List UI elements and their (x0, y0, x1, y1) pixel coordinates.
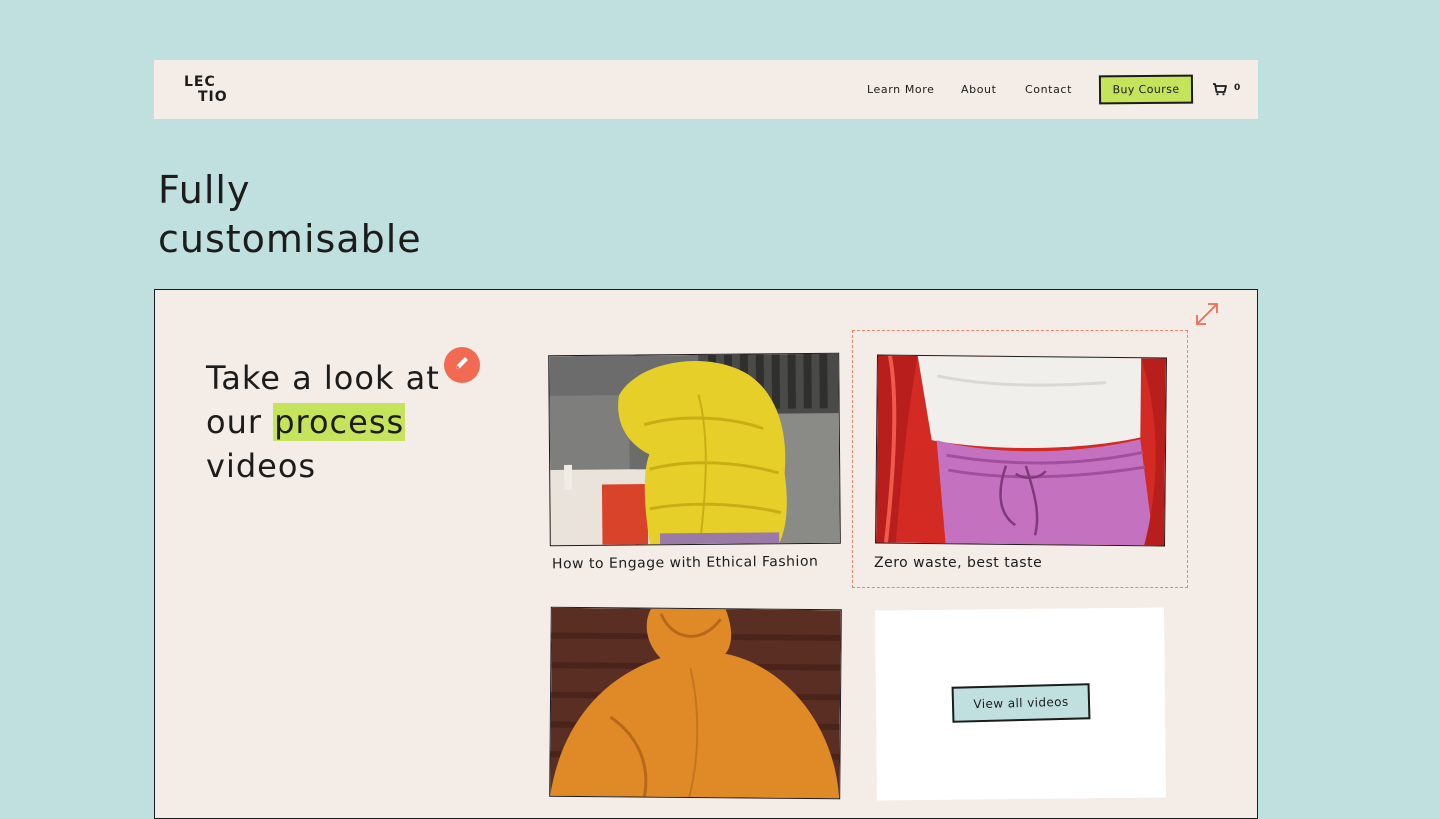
video-title[interactable]: Zero waste, best taste (874, 555, 1042, 571)
expand-icon[interactable] (1194, 301, 1220, 327)
cart-icon (1212, 81, 1228, 100)
video-thumbnail[interactable] (548, 352, 841, 547)
view-all-videos-button[interactable]: View all videos (951, 683, 1091, 723)
site-header: LEC TIO Learn More About Contact Buy Cou… (154, 60, 1258, 119)
hero-heading-line-2: our process (206, 400, 440, 444)
section-title: Fully customisable (158, 166, 422, 264)
pencil-icon (452, 353, 472, 377)
video-title[interactable]: How to Engage with Ethical Fashion (552, 554, 818, 573)
edit-text-button[interactable] (444, 347, 480, 383)
hero-heading-line-1: Take a look at (206, 359, 440, 397)
cart-button[interactable]: 0 (1212, 82, 1240, 98)
hero-heading-prefix: our (206, 403, 274, 441)
editor-canvas: Take a look at our process videos How to… (154, 289, 1258, 819)
nav-learn-more[interactable]: Learn More (867, 60, 935, 119)
logo-line-1: LEC (184, 74, 216, 90)
video-thumbnail[interactable] (875, 354, 1167, 547)
hero-heading: Take a look at our process videos (206, 356, 440, 488)
video-thumbnail[interactable] (549, 606, 842, 800)
section-title-line-1: Fully (158, 168, 251, 212)
nav-contact[interactable]: Contact (1025, 60, 1072, 119)
logo[interactable]: LEC TIO (184, 75, 228, 105)
hero-heading-line-3: videos (206, 447, 317, 485)
cart-count: 0 (1234, 82, 1241, 93)
buy-course-button[interactable]: Buy Course (1098, 74, 1194, 105)
nav-about[interactable]: About (961, 60, 997, 119)
highlighted-word: process (273, 403, 406, 441)
section-title-line-2: customisable (158, 217, 422, 261)
logo-line-2: TIO (198, 89, 228, 105)
